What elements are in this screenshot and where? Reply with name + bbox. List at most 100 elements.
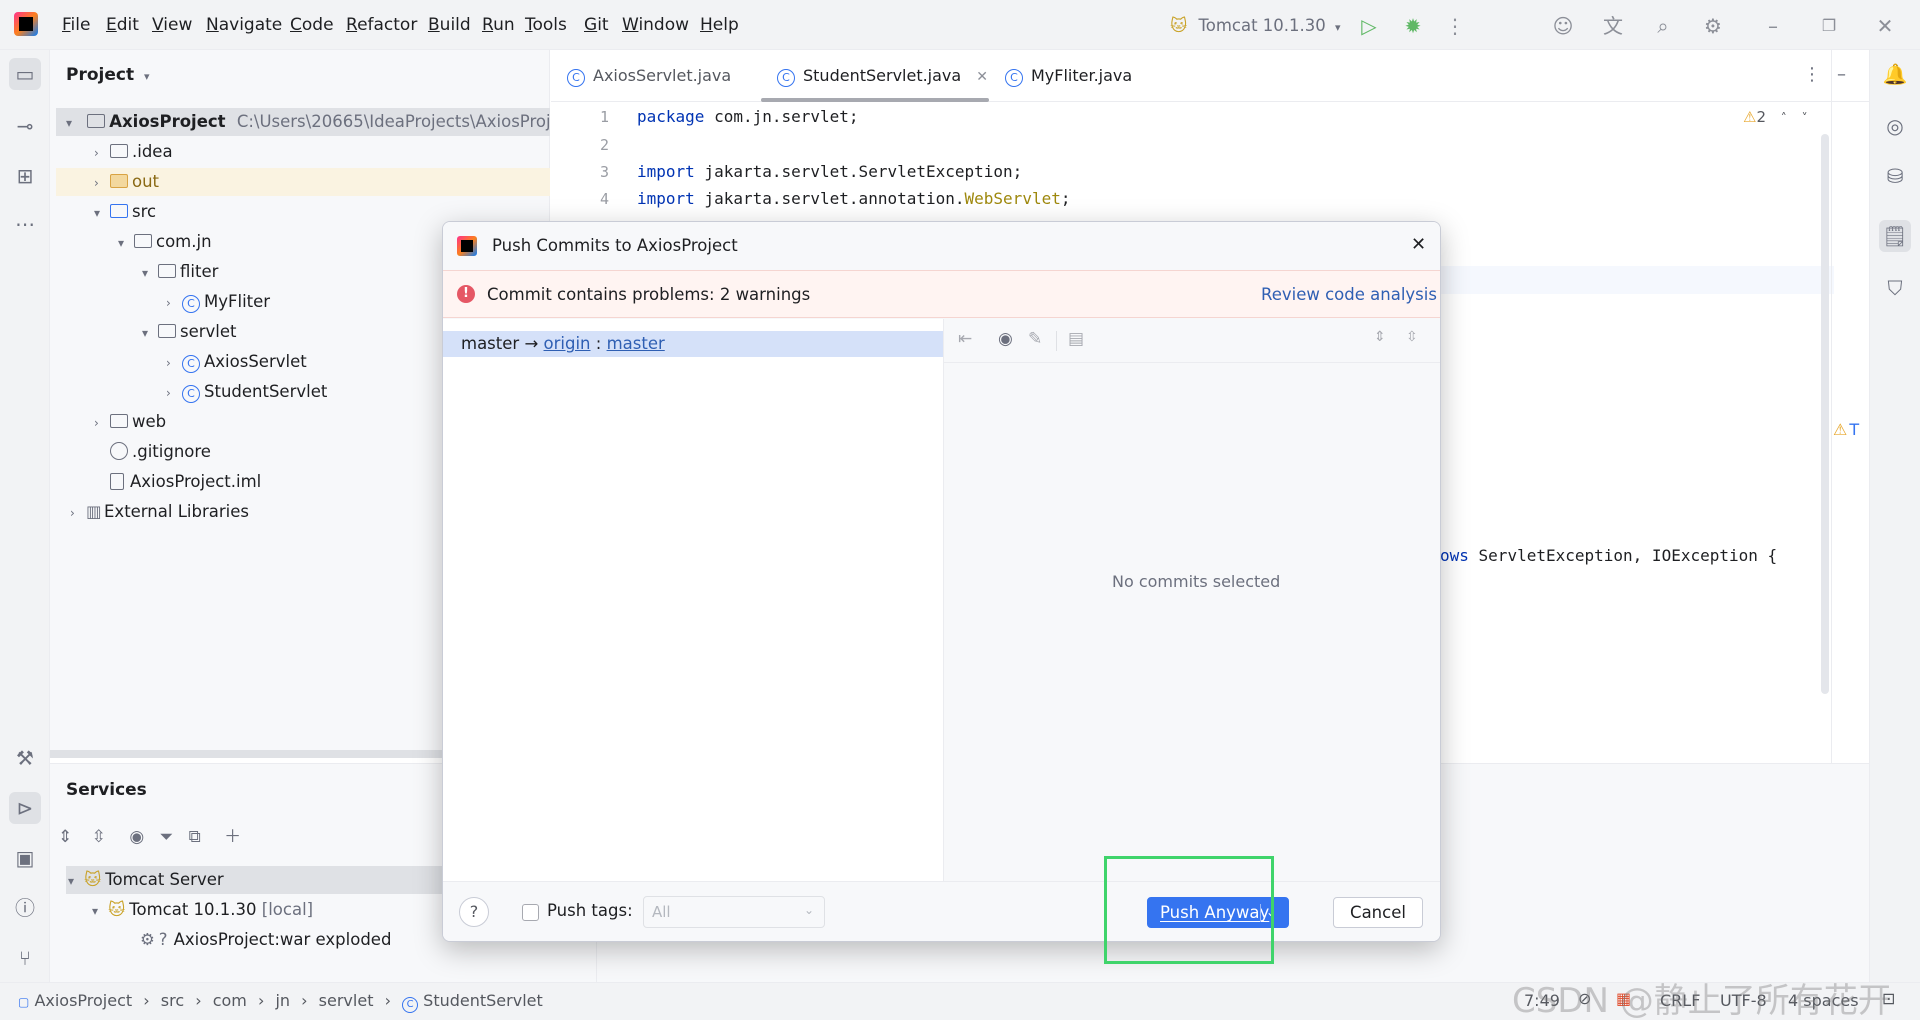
breadcrumb-item[interactable]: servlet	[319, 991, 374, 1010]
code-line-4[interactable]: import jakarta.servlet.annotation.WebSer…	[637, 189, 1070, 208]
tree-item-src[interactable]: ▾ src	[94, 198, 156, 226]
notifications-bell-icon[interactable]: 🔔	[1879, 58, 1911, 90]
tree-item-external-libraries[interactable]: › ▥ External Libraries	[70, 498, 249, 526]
menu-file[interactable]: File	[62, 15, 90, 35]
tree-item-axiosservlet[interactable]: › C AxiosServlet	[166, 348, 307, 376]
code-line-partial[interactable]: ows ServletException, IOException {	[1440, 546, 1777, 565]
cancel-button[interactable]: Cancel	[1333, 897, 1423, 928]
menu-code[interactable]: Code	[290, 15, 334, 35]
menu-build[interactable]: Build	[428, 15, 471, 35]
problems-icon[interactable]: ⓘ	[9, 892, 41, 924]
menu-git[interactable]: Git	[584, 15, 609, 35]
run-config-selector[interactable]: 🐱 Tomcat 10.1.30 ▾	[1170, 13, 1341, 39]
close-window-icon[interactable]: ✕	[1872, 13, 1898, 39]
remote-branch-link[interactable]: master	[607, 334, 665, 353]
more-tools-icon[interactable]: ⋯	[9, 208, 41, 240]
code-with-me-icon[interactable]: ☺	[1550, 13, 1576, 39]
service-tomcat-server[interactable]: ▾ 🐱 Tomcat Server	[66, 866, 490, 894]
add-icon[interactable]: ＋	[224, 827, 241, 847]
restore-icon[interactable]: ❐	[1816, 13, 1842, 39]
tree-item-out[interactable]: › out	[56, 168, 550, 196]
ai-assistant-icon[interactable]: ◎	[1879, 110, 1911, 142]
close-tab-icon[interactable]: ✕	[976, 69, 988, 85]
git-branch-icon[interactable]: ⑂	[9, 942, 41, 974]
run-icon[interactable]: ▷	[1356, 13, 1382, 39]
cherry-pick-icon[interactable]: ⇤	[958, 329, 972, 349]
service-artifact[interactable]: ⚙? AxiosProject:war exploded	[140, 926, 391, 954]
tree-item-gitignore[interactable]: .gitignore	[110, 438, 211, 466]
code-line-1[interactable]: package com.jn.servlet;	[637, 107, 859, 126]
tree-item-servlet[interactable]: ▾ servlet	[142, 318, 237, 346]
database-icon[interactable]: ⛁	[1879, 160, 1911, 192]
expand-all-icon[interactable]: ⇕	[1374, 329, 1386, 345]
menu-view[interactable]: View	[152, 15, 192, 35]
service-tomcat-instance[interactable]: ▾ 🐱 Tomcat 10.1.30 [local]	[92, 896, 313, 924]
chevron-down-icon[interactable]: ˅	[1802, 111, 1808, 125]
more-actions-icon[interactable]: ⋮	[1442, 13, 1468, 39]
breadcrumb-item[interactable]: StudentServlet	[423, 991, 543, 1010]
code-text: ;	[1060, 189, 1071, 208]
breadcrumb-item[interactable]: AxiosProject	[34, 991, 132, 1010]
project-folder-icon[interactable]: ▭	[9, 58, 41, 90]
menu-run[interactable]: Run	[482, 15, 515, 35]
gutter-warning[interactable]: ⚠ T	[1833, 420, 1859, 439]
eye-icon[interactable]: ◉	[998, 329, 1013, 349]
java-class-icon: C	[182, 295, 200, 313]
breadcrumb-item[interactable]: src	[161, 991, 184, 1010]
menu-tools[interactable]: Tools	[525, 15, 567, 35]
menu-help[interactable]: Help	[700, 15, 739, 35]
code-line-3[interactable]: import jakarta.servlet.ServletException;	[637, 162, 1022, 181]
new-tab-icon[interactable]: ⧉	[189, 827, 201, 847]
close-icon[interactable]: ✕	[1411, 234, 1426, 255]
tab-studentservlet[interactable]: C StudentServlet.java ✕	[777, 66, 988, 87]
structure-icon[interactable]: ⊞	[9, 160, 41, 192]
menu-window[interactable]: Window	[622, 15, 689, 35]
push-tags-checkbox[interactable]	[522, 904, 539, 921]
help-icon[interactable]: ?	[459, 897, 489, 927]
review-code-analysis-link[interactable]: Review code analysis	[1261, 285, 1437, 304]
search-icon[interactable]: ⌕	[1650, 13, 1676, 39]
tree-item-iml[interactable]: AxiosProject.iml	[110, 468, 261, 496]
settings-gear-icon[interactable]: ⚙	[1700, 13, 1726, 39]
chevron-up-icon[interactable]: ˄	[1781, 111, 1787, 125]
debug-icon[interactable]: ✹	[1400, 13, 1426, 39]
tree-item-myfliter[interactable]: › C MyFliter	[166, 288, 270, 316]
edit-pencil-icon[interactable]: ✎	[1028, 329, 1042, 349]
breadcrumb-item[interactable]: jn	[275, 991, 290, 1010]
eye-icon[interactable]: ◉	[129, 827, 144, 847]
tree-item-package[interactable]: ▾ com.jn	[118, 228, 212, 256]
minimize-icon[interactable]: –	[1760, 13, 1786, 39]
tree-root[interactable]: ▾ AxiosProject C:\Users\20665\IdeaProjec…	[56, 108, 576, 136]
tab-myfliter[interactable]: C MyFliter.java	[1005, 66, 1132, 87]
branch-row[interactable]: master → origin : master	[443, 331, 943, 357]
build-hammer-icon[interactable]: ⚒	[9, 742, 41, 774]
tree-item-idea[interactable]: › .idea	[94, 138, 173, 166]
menu-edit[interactable]: Edit	[106, 15, 139, 35]
changes-list-icon[interactable]: ▤	[1068, 329, 1084, 349]
filter-icon[interactable]: ⏷	[160, 827, 174, 847]
minimize-panel-icon[interactable]: –	[1837, 64, 1846, 85]
menu-navigate[interactable]: Navigate	[206, 15, 282, 35]
services-icon[interactable]: ⊳	[9, 792, 41, 824]
terminal-icon[interactable]: ▣	[9, 842, 41, 874]
shield-icon[interactable]: ⛉	[1879, 272, 1911, 304]
tree-item-studentservlet[interactable]: › C StudentServlet	[166, 378, 327, 406]
project-panel-header[interactable]: Project ▾	[66, 65, 150, 85]
vertical-scrollbar[interactable]	[1821, 134, 1829, 694]
inspection-widget[interactable]: ⚠2 ˄ ˅	[1743, 108, 1808, 126]
tree-item-fliter[interactable]: ▾ fliter	[142, 258, 218, 286]
intellij-logo-icon[interactable]	[14, 12, 38, 36]
expand-all-icon[interactable]: ⇕	[58, 827, 72, 847]
tab-axiosservlet[interactable]: C AxiosServlet.java	[567, 66, 731, 87]
tree-item-web[interactable]: › web	[94, 408, 166, 436]
notes-icon[interactable]: 🗒	[1879, 220, 1911, 252]
menu-refactor[interactable]: Refactor	[346, 15, 417, 35]
commit-icon[interactable]: ⊸	[9, 110, 41, 142]
collapse-all-icon[interactable]: ⇳	[92, 827, 106, 847]
tags-dropdown[interactable]: All ⌄	[643, 896, 825, 928]
breadcrumb-item[interactable]: com	[213, 991, 247, 1010]
remote-link[interactable]: origin	[544, 334, 591, 353]
translate-icon[interactable]: 文	[1600, 13, 1626, 39]
tab-options-icon[interactable]: ⋮	[1803, 64, 1821, 85]
collapse-all-icon[interactable]: ⇳	[1406, 329, 1418, 345]
